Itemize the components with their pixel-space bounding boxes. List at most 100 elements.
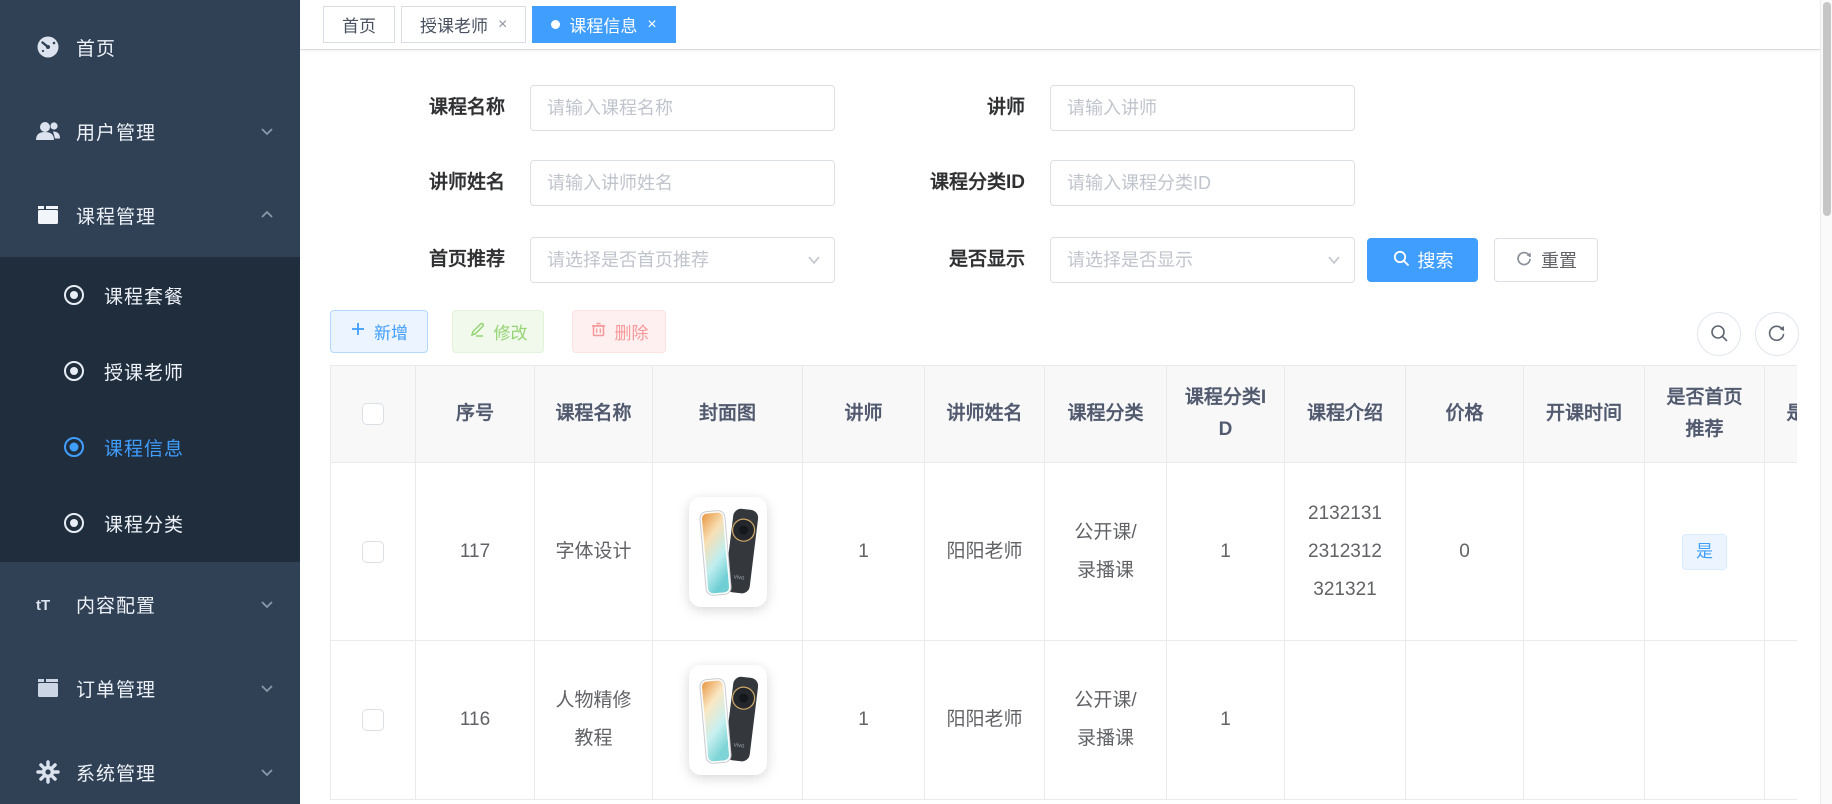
teacher-label: 讲师: [986, 97, 1025, 118]
open-time-cell: [1524, 641, 1645, 800]
price-cell: 0: [1406, 463, 1524, 641]
sidebar-item-user-management[interactable]: 用户管理: [0, 89, 300, 173]
sidebar-item-course-info[interactable]: 课程信息: [0, 409, 300, 485]
column-header-seq: 序号: [416, 366, 535, 463]
tab-label: 授课老师: [420, 17, 488, 36]
tab-label: 首页: [342, 17, 376, 36]
row-checkbox[interactable]: [362, 540, 384, 563]
sidebar-item-label: 课程分类: [104, 514, 185, 536]
pencil-icon: [469, 321, 486, 343]
tab-teachers[interactable]: 授课老师 ×: [401, 6, 527, 43]
column-header-homepage-recommend: 是否首页 推荐: [1645, 366, 1765, 463]
sidebar-item-content-config[interactable]: tT 内容配置: [0, 562, 300, 646]
teacher-name-cell: 阳阳老师: [925, 641, 1045, 800]
visible-select[interactable]: [1050, 237, 1355, 283]
seq-cell: 117: [416, 463, 535, 641]
select-all-checkbox[interactable]: [362, 403, 384, 425]
edit-button[interactable]: 修改: [452, 310, 544, 353]
sidebar-item-label: 内容配置: [76, 595, 157, 617]
tab-home[interactable]: 首页: [323, 6, 395, 43]
row-checkbox[interactable]: [362, 709, 384, 731]
delete-button[interactable]: 删除: [572, 310, 666, 353]
column-header-price: 价格: [1406, 366, 1524, 463]
sidebar-item-system-management[interactable]: 系统管理: [0, 730, 300, 804]
teacher-name-input[interactable]: [530, 160, 835, 206]
course-table: 序号 课程名称 封面图 讲师 讲师姓名 课程分类 课程分类I D 课程介绍 价格…: [330, 365, 1797, 804]
vertical-scrollbar[interactable]: [1820, 0, 1832, 804]
search-icon: [1392, 249, 1410, 272]
row-checkbox-cell: [331, 463, 416, 641]
phone-product-image: vivo: [688, 496, 767, 607]
column-header-teacher: 讲师: [803, 366, 925, 463]
chevron-down-icon: [258, 595, 276, 613]
dashboard-icon: [34, 33, 62, 61]
course-info-admin-page: 首页 用户管理 课程管理 课程套餐 授课老师 课程信息 课程分类 tT 内容配置…: [0, 0, 1832, 804]
course-folder-icon: [34, 201, 62, 229]
teacher-name-label: 讲师姓名: [428, 172, 505, 193]
row-checkbox-cell: [331, 641, 416, 800]
sidebar-item-course-management[interactable]: 课程管理: [0, 173, 300, 257]
radio-circle-icon: [62, 511, 86, 535]
sidebar-item-label: 授课老师: [104, 362, 185, 384]
close-icon[interactable]: ×: [647, 16, 656, 33]
column-header-visible: 是否显示: [1765, 366, 1797, 463]
open-time-cell: [1524, 463, 1645, 641]
sidebar-item-label: 首页: [76, 38, 117, 60]
course-name-label: 课程名称: [428, 97, 505, 118]
sidebar-item-course-package[interactable]: 课程套餐: [0, 257, 300, 333]
tab-course-info[interactable]: 课程信息 ×: [532, 6, 676, 43]
teacher-input[interactable]: [1050, 85, 1355, 131]
refresh-table-button[interactable]: [1755, 312, 1799, 356]
radio-circle-icon: [62, 359, 86, 383]
category-id-input[interactable]: [1050, 160, 1355, 206]
search-form-row-2: 讲师姓名 课程分类ID: [300, 160, 1820, 206]
search-button-label: 搜索: [1417, 251, 1454, 271]
course-management-submenu: 课程套餐 授课老师 课程信息 课程分类: [0, 257, 300, 562]
chevron-up-icon: [258, 206, 276, 224]
cover-cell: vivo: [653, 641, 803, 800]
sidebar-item-label: 系统管理: [76, 763, 157, 785]
chevron-down-icon: [258, 679, 276, 697]
main-content: 首页 授课老师 × 课程信息 × 课程名称 讲师 讲师姓名 课程分类ID: [300, 0, 1820, 804]
search-form-row-1: 课程名称 讲师: [300, 85, 1820, 131]
text-format-icon: tT: [34, 590, 62, 618]
homepage-yes-badge[interactable]: 是: [1682, 533, 1727, 570]
tabbar: 首页 授课老师 × 课程信息 ×: [300, 0, 1820, 50]
scrollbar-thumb[interactable]: [1823, 2, 1831, 216]
category-id-cell: 1: [1167, 463, 1285, 641]
column-header-course-name: 课程名称: [535, 366, 653, 463]
column-header-open-time: 开课时间: [1524, 366, 1645, 463]
svg-text:tT: tT: [36, 597, 50, 614]
cover-cell: vivo: [653, 463, 803, 641]
sidebar-item-course-category[interactable]: 课程分类: [0, 485, 300, 561]
search-button[interactable]: 搜索: [1367, 238, 1478, 282]
column-header-category-id: 课程分类I D: [1167, 366, 1285, 463]
orders-folder-icon: [34, 674, 62, 702]
refresh-icon: [1767, 323, 1787, 346]
homepage-recommend-cell: [1645, 641, 1765, 800]
phone-product-image: vivo: [688, 665, 767, 775]
sidebar-item-label: 课程管理: [76, 206, 157, 228]
sidebar-item-teachers[interactable]: 授课老师: [0, 333, 300, 409]
trash-icon: [590, 321, 607, 343]
radio-circle-icon: [62, 283, 86, 307]
add-button-label: 新增: [374, 324, 408, 343]
category-id-label: 课程分类ID: [929, 172, 1025, 193]
add-button[interactable]: 新增: [330, 310, 428, 353]
refresh-icon: [1515, 249, 1533, 272]
price-cell: [1406, 641, 1524, 800]
edit-button-label: 修改: [493, 324, 528, 343]
reset-button[interactable]: 重置: [1494, 238, 1598, 282]
chevron-down-icon: [258, 763, 276, 781]
close-icon[interactable]: ×: [498, 16, 507, 33]
visible-cell: [1765, 641, 1797, 800]
delete-button-label: 删除: [614, 324, 649, 343]
show-search-toggle-button[interactable]: [1697, 312, 1741, 356]
course-name-input[interactable]: [530, 85, 835, 131]
plus-icon: [350, 321, 366, 342]
seq-cell: 116: [416, 641, 535, 800]
sidebar-item-home[interactable]: 首页: [0, 5, 300, 89]
column-header-teacher-name: 讲师姓名: [925, 366, 1045, 463]
sidebar-item-order-management[interactable]: 订单管理: [0, 646, 300, 730]
homepage-recommend-select[interactable]: [530, 237, 835, 283]
